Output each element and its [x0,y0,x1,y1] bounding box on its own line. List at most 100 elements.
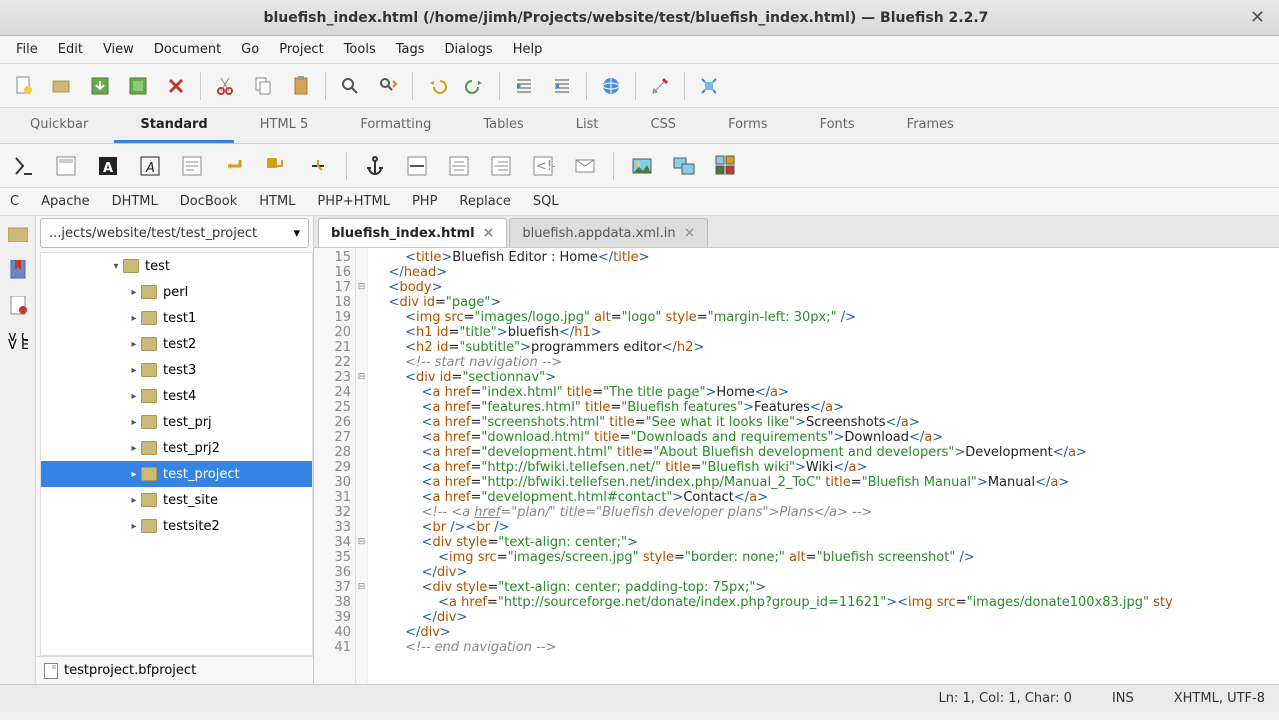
lang-tab-docbook[interactable]: DocBook [176,192,241,211]
multithumbnail-button[interactable] [708,148,744,184]
tree-item-test[interactable]: ▾test [41,253,312,279]
save-button[interactable] [82,68,118,104]
tree-item-perl[interactable]: ▸perl [41,279,312,305]
file-tab[interactable]: bluefish_index.html× [318,218,507,247]
status-encoding[interactable]: XHTML, UTF-8 [1174,691,1265,706]
category-tab-standard[interactable]: Standard [114,109,233,143]
paste-button[interactable] [283,68,319,104]
file-tab-close-icon[interactable]: × [684,225,696,241]
snippets-icon[interactable] [6,294,30,318]
category-tab-css[interactable]: CSS [624,109,702,143]
category-tab-quickbar[interactable]: Quickbar [4,109,114,143]
new-file-button[interactable] [6,68,42,104]
open-file-button[interactable] [44,68,80,104]
menu-help[interactable]: Help [503,38,553,61]
fold-column[interactable]: ⊟⊟⊟⊟ [356,248,368,684]
tree-expander-icon[interactable]: ▸ [127,365,141,376]
tree-expander-icon[interactable]: ▸ [127,391,141,402]
tree-expander-icon[interactable]: ▸ [127,417,141,428]
window-close-button[interactable]: ✕ [1244,7,1271,28]
menu-dialogs[interactable]: Dialogs [435,38,503,61]
category-tab-frames[interactable]: Frames [881,109,980,143]
search-button[interactable] [332,68,368,104]
search-replace-button[interactable] [370,68,406,104]
lang-tab-php-html[interactable]: PHP+HTML [313,192,394,211]
category-tab-fonts[interactable]: Fonts [794,109,881,143]
email-button[interactable] [567,148,603,184]
nbsp-button[interactable] [300,148,336,184]
tree-expander-icon[interactable]: ▸ [127,495,141,506]
breakclear-button[interactable] [258,148,294,184]
anchor-button[interactable] [357,148,393,184]
bold-button[interactable]: A [90,148,126,184]
filebrowser-icon[interactable] [6,222,30,246]
tree-expander-icon[interactable]: ▸ [127,287,141,298]
center-button[interactable] [441,148,477,184]
status-insert-mode[interactable]: INS [1112,691,1134,706]
tree-item-test2[interactable]: ▸test2 [41,331,312,357]
menu-view[interactable]: View [93,38,144,61]
cut-button[interactable] [207,68,243,104]
tree-expander-icon[interactable]: ▸ [127,521,141,532]
tree-expander-icon[interactable]: ▸ [127,469,141,480]
code-content[interactable]: <title>Bluefish Editor : Home</title> </… [368,248,1279,684]
project-file-row[interactable]: testproject.bfproject [36,656,313,684]
lang-tab-apache[interactable]: Apache [37,192,94,211]
italic-button[interactable]: A [132,148,168,184]
copy-button[interactable] [245,68,281,104]
tree-expander-icon[interactable]: ▸ [127,339,141,350]
fullscreen-button[interactable] [691,68,727,104]
category-tab-tables[interactable]: Tables [457,109,549,143]
preferences-button[interactable] [642,68,678,104]
category-tab-html-5[interactable]: HTML 5 [234,109,335,143]
rightalign-button[interactable] [483,148,519,184]
body-button[interactable] [48,148,84,184]
lang-tab-replace[interactable]: Replace [455,192,514,211]
menu-project[interactable]: Project [269,38,333,61]
menu-tools[interactable]: Tools [334,38,386,61]
project-selector[interactable]: ...jects/website/test/test_project ▾ [40,218,309,248]
category-tab-list[interactable]: List [550,109,625,143]
tree-expander-icon[interactable]: ▾ [109,261,123,272]
tree-item-test_prj2[interactable]: ▸test_prj2 [41,435,312,461]
file-tree[interactable]: ▾test▸perl▸test1▸test2▸test3▸test4▸test_… [40,252,313,656]
lang-tab-php[interactable]: PHP [408,192,441,211]
menu-tags[interactable]: Tags [386,38,435,61]
category-tab-forms[interactable]: Forms [702,109,794,143]
tree-item-test3[interactable]: ▸test3 [41,357,312,383]
lang-tab-c[interactable]: C [6,192,23,211]
undo-button[interactable] [419,68,455,104]
tree-item-test_project[interactable]: ▸test_project [41,461,312,487]
tree-item-test_site[interactable]: ▸test_site [41,487,312,513]
redo-button[interactable] [457,68,493,104]
charmap-icon[interactable]: V CV E [6,330,30,354]
preview-button[interactable] [593,68,629,104]
tree-expander-icon[interactable]: ▸ [127,313,141,324]
comment-button[interactable]: <!-- [525,148,561,184]
tree-item-test1[interactable]: ▸test1 [41,305,312,331]
menu-edit[interactable]: Edit [48,38,93,61]
menu-document[interactable]: Document [144,38,231,61]
code-editor[interactable]: 1516171819202122232425262728293031323334… [314,248,1279,684]
category-tab-formatting[interactable]: Formatting [334,109,457,143]
rule-button[interactable] [399,148,435,184]
thumbnail-button[interactable] [666,148,702,184]
image-button[interactable] [624,148,660,184]
file-tab-close-icon[interactable]: × [483,225,495,241]
file-tab[interactable]: bluefish.appdata.xml.in× [509,218,708,247]
lang-tab-sql[interactable]: SQL [529,192,563,211]
break-button[interactable] [216,148,252,184]
lang-tab-dhtml[interactable]: DHTML [108,192,162,211]
menu-go[interactable]: Go [231,38,269,61]
tree-item-testsite2[interactable]: ▸testsite2 [41,513,312,539]
unindent-button[interactable] [506,68,542,104]
save-as-button[interactable] [120,68,156,104]
paragraph-button[interactable] [174,148,210,184]
tree-item-test4[interactable]: ▸test4 [41,383,312,409]
quickstart-button[interactable] [6,148,42,184]
close-file-button[interactable] [158,68,194,104]
bookmarks-icon[interactable] [6,258,30,282]
menu-file[interactable]: File [6,38,48,61]
tree-item-test_prj[interactable]: ▸test_prj [41,409,312,435]
indent-button[interactable] [544,68,580,104]
